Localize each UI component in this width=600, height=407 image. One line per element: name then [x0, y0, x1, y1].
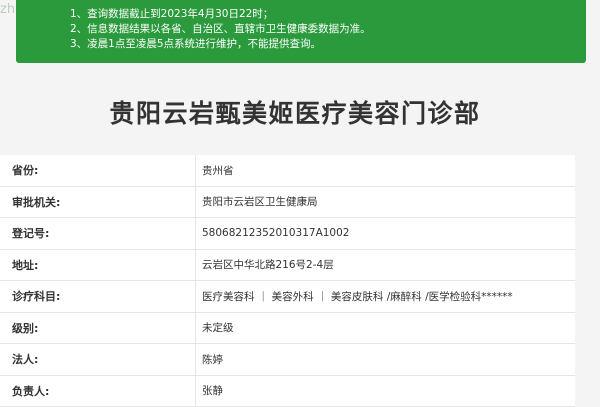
row-label: 负责人: — [0, 376, 196, 407]
row-value: 医疗美容科 ｜ 美容外科 ｜ 美容皮肤科 /麻醉科 /医学检验科****** — [196, 281, 575, 312]
notice-line-2: 2、信息数据结果以各省、自治区、直辖市卫生健康委数据为准。 — [70, 22, 586, 37]
row-label: 省份: — [0, 155, 196, 186]
page-title: 贵阳云岩甄美姬医疗美容门诊部 — [0, 94, 590, 130]
row-value: 陈婷 — [196, 344, 575, 375]
notice-line-1: 1、查询数据截止到2023年4月30日22时； — [70, 7, 586, 22]
row-value: 58068212352010317A1002 — [196, 218, 575, 249]
table-row-departments: 诊疗科目: 医疗美容科 ｜ 美容外科 ｜ 美容皮肤科 /麻醉科 /医学检验科**… — [0, 281, 575, 313]
table-row-registration: 登记号: 58068212352010317A1002 — [0, 218, 575, 250]
table-row-level: 级别: 未定级 — [0, 313, 575, 345]
row-label: 审批机关: — [0, 187, 196, 218]
row-label: 登记号: — [0, 218, 196, 249]
row-label: 级别: — [0, 313, 196, 344]
row-label: 地址: — [0, 250, 196, 281]
row-value: 贵阳市云岩区卫生健康局 — [196, 187, 575, 218]
table-row-address: 地址: 云岩区中华北路216号2-4层 — [0, 250, 575, 282]
notice-banner: 1、查询数据截止到2023年4月30日22时； 2、信息数据结果以各省、自治区、… — [16, 0, 586, 63]
table-row-authority: 审批机关: 贵阳市云岩区卫生健康局 — [0, 187, 575, 219]
row-value: 云岩区中华北路216号2-4层 — [196, 250, 575, 281]
info-table: 省份: 贵州省 审批机关: 贵阳市云岩区卫生健康局 登记号: 580682123… — [0, 155, 575, 407]
row-value: 贵州省 — [196, 155, 575, 186]
notice-line-3: 3、凌晨1点至凌晨5点系统进行维护，不能提供查询。 — [70, 37, 586, 52]
row-label: 法人: — [0, 344, 196, 375]
table-row-person-in-charge: 负责人: 张静 — [0, 376, 575, 407]
table-row-legal-person: 法人: 陈婷 — [0, 344, 575, 376]
table-row-province: 省份: 贵州省 — [0, 155, 575, 187]
row-value: 未定级 — [196, 313, 575, 344]
row-value: 张静 — [196, 376, 575, 407]
row-label: 诊疗科目: — [0, 281, 196, 312]
